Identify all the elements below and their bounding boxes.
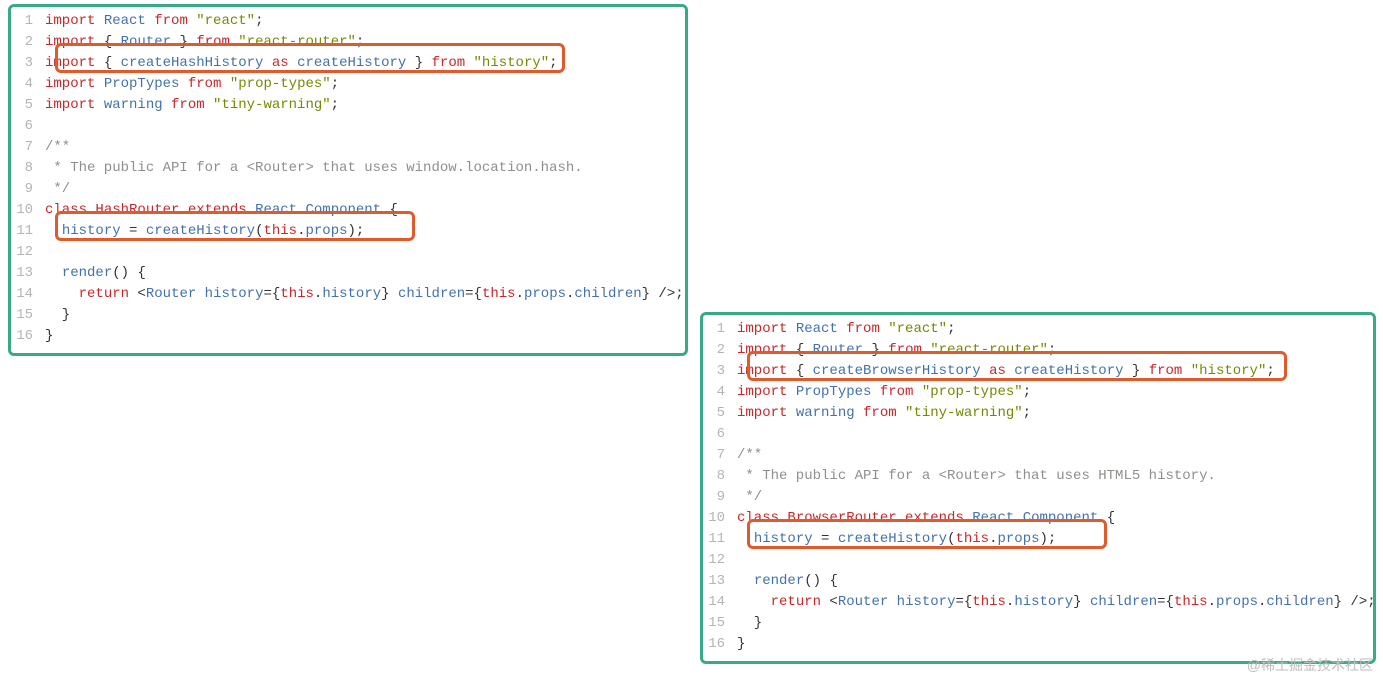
code-content: * The public API for a <Router> that use… <box>45 158 685 179</box>
code-line: 8 * The public API for a <Router> that u… <box>703 466 1373 487</box>
code-content: import warning from "tiny-warning"; <box>45 95 685 116</box>
code-content: render() { <box>737 571 1373 592</box>
line-number: 8 <box>703 466 737 487</box>
code-line: 2import { Router } from "react-router"; <box>703 340 1373 361</box>
code-content: */ <box>737 487 1373 508</box>
code-line: 3import { createBrowserHistory as create… <box>703 361 1373 382</box>
code-content: history = createHistory(this.props); <box>45 221 685 242</box>
line-number: 1 <box>703 319 737 340</box>
code-block-browserrouter: 1import React from "react";2import { Rou… <box>700 312 1376 664</box>
code-line: 14 return <Router history={this.history}… <box>703 592 1373 613</box>
line-number: 6 <box>703 424 737 445</box>
code-line: 7/** <box>703 445 1373 466</box>
code-content: import { Router } from "react-router"; <box>45 32 685 53</box>
line-number: 7 <box>11 137 45 158</box>
line-number: 8 <box>11 158 45 179</box>
code-line: 1import React from "react"; <box>703 319 1373 340</box>
line-number: 15 <box>703 613 737 634</box>
code-line: 9 */ <box>703 487 1373 508</box>
code-content: import { createHashHistory as createHist… <box>45 53 685 74</box>
code-content: * The public API for a <Router> that use… <box>737 466 1373 487</box>
code-content: import React from "react"; <box>45 11 685 32</box>
code-content: } <box>737 634 1373 655</box>
code-content: } <box>45 305 685 326</box>
code-line: 10class BrowserRouter extends React.Comp… <box>703 508 1373 529</box>
code-line: 8 * The public API for a <Router> that u… <box>11 158 685 179</box>
code-content: import PropTypes from "prop-types"; <box>737 382 1373 403</box>
line-number: 11 <box>703 529 737 550</box>
line-number: 7 <box>703 445 737 466</box>
code-line: 4import PropTypes from "prop-types"; <box>703 382 1373 403</box>
line-number: 3 <box>703 361 737 382</box>
code-line: 12 <box>703 550 1373 571</box>
code-line: 14 return <Router history={this.history}… <box>11 284 685 305</box>
line-number: 4 <box>703 382 737 403</box>
code-line: 15 } <box>703 613 1373 634</box>
watermark: @稀土掘金技术社区 <box>1247 655 1373 675</box>
line-number: 10 <box>703 508 737 529</box>
line-number: 3 <box>11 53 45 74</box>
code-content: */ <box>45 179 685 200</box>
code-line: 15 } <box>11 305 685 326</box>
code-block-hashrouter: 1import React from "react";2import { Rou… <box>8 4 688 356</box>
line-number: 16 <box>11 326 45 347</box>
line-number: 12 <box>11 242 45 263</box>
code-content: /** <box>737 445 1373 466</box>
code-content: import warning from "tiny-warning"; <box>737 403 1373 424</box>
code-line: 1import React from "react"; <box>11 11 685 32</box>
code-content: } <box>737 613 1373 634</box>
line-number: 12 <box>703 550 737 571</box>
code-line: 13 render() { <box>11 263 685 284</box>
line-number: 10 <box>11 200 45 221</box>
code-content: return <Router history={this.history} ch… <box>45 284 685 305</box>
line-number: 5 <box>703 403 737 424</box>
code-content: render() { <box>45 263 685 284</box>
code-line: 3import { createHashHistory as createHis… <box>11 53 685 74</box>
code-line: 5import warning from "tiny-warning"; <box>11 95 685 116</box>
code-content: return <Router history={this.history} ch… <box>737 592 1376 613</box>
code-line: 2import { Router } from "react-router"; <box>11 32 685 53</box>
line-number: 5 <box>11 95 45 116</box>
line-number: 13 <box>11 263 45 284</box>
code-line: 7/** <box>11 137 685 158</box>
code-line: 12 <box>11 242 685 263</box>
code-content: /** <box>45 137 685 158</box>
code-line: 5import warning from "tiny-warning"; <box>703 403 1373 424</box>
code-line: 13 render() { <box>703 571 1373 592</box>
line-number: 14 <box>703 592 737 613</box>
code-line: 6 <box>703 424 1373 445</box>
code-line: 6 <box>11 116 685 137</box>
line-number: 1 <box>11 11 45 32</box>
line-number: 15 <box>11 305 45 326</box>
code-content: import { createBrowserHistory as createH… <box>737 361 1373 382</box>
code-line: 9 */ <box>11 179 685 200</box>
code-content: import { Router } from "react-router"; <box>737 340 1373 361</box>
code-line: 4import PropTypes from "prop-types"; <box>11 74 685 95</box>
code-line: 16} <box>703 634 1373 655</box>
line-number: 11 <box>11 221 45 242</box>
code-content: import PropTypes from "prop-types"; <box>45 74 685 95</box>
code-content: class HashRouter extends React.Component… <box>45 200 685 221</box>
code-line: 16} <box>11 326 685 347</box>
code-content: history = createHistory(this.props); <box>737 529 1373 550</box>
line-number: 9 <box>703 487 737 508</box>
line-number: 4 <box>11 74 45 95</box>
code-line: 11 history = createHistory(this.props); <box>11 221 685 242</box>
code-content: } <box>45 326 685 347</box>
code-content: import React from "react"; <box>737 319 1373 340</box>
line-number: 16 <box>703 634 737 655</box>
line-number: 13 <box>703 571 737 592</box>
line-number: 2 <box>11 32 45 53</box>
line-number: 2 <box>703 340 737 361</box>
line-number: 14 <box>11 284 45 305</box>
line-number: 9 <box>11 179 45 200</box>
code-line: 11 history = createHistory(this.props); <box>703 529 1373 550</box>
code-line: 10class HashRouter extends React.Compone… <box>11 200 685 221</box>
code-content: class BrowserRouter extends React.Compon… <box>737 508 1373 529</box>
line-number: 6 <box>11 116 45 137</box>
